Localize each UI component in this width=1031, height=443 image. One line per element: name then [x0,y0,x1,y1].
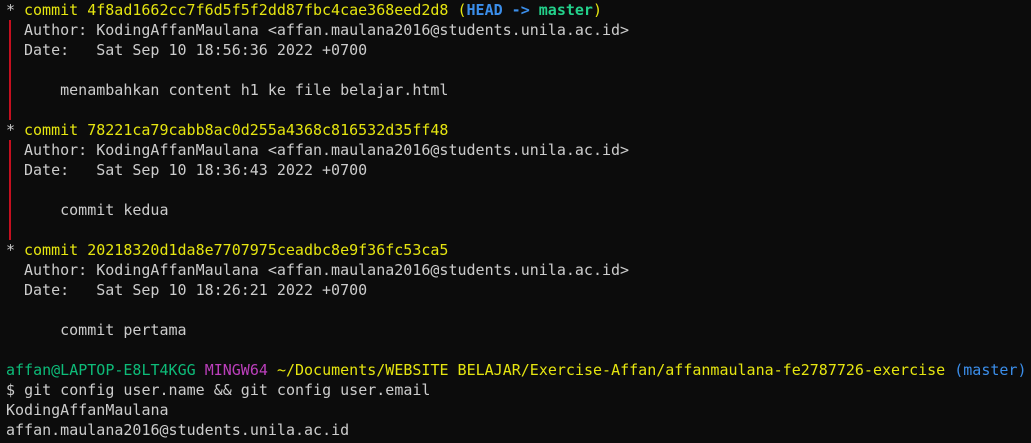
author-text: Author: KodingAffanMaulana <affan.maulan… [24,261,630,279]
ref-close-paren: ) [592,1,602,19]
blank-line [6,100,1031,120]
output-email: affan.maulana2016@students.unila.ac.id [6,421,350,439]
graph-gutter [6,180,24,200]
date-text: Date: Sat Sep 10 18:56:36 2022 +0700 [24,41,368,59]
commit-author-line: Author: KodingAffanMaulana <affan.maulan… [6,20,1031,40]
graph-edge [9,220,11,240]
commit-header-line: * commit 20218320d1da8e7707975ceadbc8e9f3… [6,240,1031,260]
graph-gutter [6,80,24,100]
ref-branch: master [538,1,593,19]
blank-line [6,180,1031,200]
graph-node-star: * [6,241,16,259]
graph-edge [9,40,11,60]
graph-gutter [6,280,24,300]
prompt-symbol: $ [6,381,16,399]
graph-gutter [6,140,24,160]
commit-keyword: commit [24,121,79,139]
graph-gutter [6,60,24,80]
graph-gutter [6,200,24,220]
commit-date-line: Date: Sat Sep 10 18:36:43 2022 +0700 [6,160,1031,180]
commit-message: commit pertama [24,321,187,339]
prompt-branch: (master) [954,361,1027,379]
output-line: affan.maulana2016@students.unila.ac.id [6,420,1031,440]
graph-edge [9,80,11,100]
prompt-path: ~/Documents/WEBSITE BELAJAR/Exercise-Aff… [276,361,946,379]
commit-message: commit kedua [24,201,169,219]
graph-gutter [6,100,24,120]
prompt-shell: MINGW64 [204,361,268,379]
prompt-user-host: affan@LAPTOP-E8LT4KGG [6,361,196,379]
graph-gutter [6,20,24,40]
graph-gutter [6,220,24,240]
shell-prompt-line: affan@LAPTOP-E8LT4KGG MINGW64 ~/Document… [6,360,1031,380]
blank-line [6,60,1031,80]
commit-date-line: Date: Sat Sep 10 18:26:21 2022 +0700 [6,280,1031,300]
graph-gutter [6,40,24,60]
commit-message: menambahkan content h1 ke file belajar.h… [24,81,449,99]
commit-hash: 78221ca79cabb8ac0d255a4368c816532d35ff48 [87,121,449,139]
commit-message-line: commit pertama [6,320,1031,340]
commit-hash: 4f8ad1662cc7f6d5f5f2dd87fbc4cae368eed2d8 [87,1,449,19]
graph-gutter: * [6,240,24,260]
ref-arrow: -> [511,1,530,19]
graph-edge [9,180,11,200]
graph-edge [9,160,11,180]
graph-gutter [6,260,24,280]
commit-message-line: commit kedua [6,200,1031,220]
graph-gutter [6,320,24,340]
commit-date-line: Date: Sat Sep 10 18:56:36 2022 +0700 [6,40,1031,60]
graph-edge [9,60,11,80]
commit-author-line: Author: KodingAffanMaulana <affan.maulan… [6,260,1031,280]
commit-hash: 20218320d1da8e7707975ceadbc8e9f36fc53ca5 [87,241,449,259]
ref-head: HEAD [466,1,503,19]
commit-header-line: * commit 4f8ad1662cc7f6d5f5f2dd87fbc4cae3… [6,0,1031,20]
commit-keyword: commit [24,241,79,259]
commit-header-line: * commit 78221ca79cabb8ac0d255a4368c81653… [6,120,1031,140]
commit-message-line: menambahkan content h1 ke file belajar.h… [6,80,1031,100]
author-text: Author: KodingAffanMaulana <affan.maulan… [24,141,630,159]
output-line: KodingAffanMaulana [6,400,1031,420]
commit-keyword: commit [24,1,79,19]
command-line[interactable]: $ git config user.name && git config use… [6,380,1031,400]
author-text: Author: KodingAffanMaulana <affan.maulan… [24,21,630,39]
graph-gutter: * [6,120,24,140]
output-username: KodingAffanMaulana [6,401,169,419]
terminal-window[interactable]: * commit 4f8ad1662cc7f6d5f5f2dd87fbc4cae3… [0,0,1031,443]
graph-node-star: * [6,1,16,19]
graph-gutter: * [6,0,24,20]
graph-edge [9,20,11,40]
graph-edge [9,100,11,120]
blank-line [6,220,1031,240]
graph-node-star: * [6,121,16,139]
graph-gutter [6,160,24,180]
command-text: git config user.name && git config user.… [24,381,431,399]
date-text: Date: Sat Sep 10 18:36:43 2022 +0700 [24,161,368,179]
graph-edge [9,200,11,220]
commit-author-line: Author: KodingAffanMaulana <affan.maulan… [6,140,1031,160]
graph-edge [9,140,11,160]
date-text: Date: Sat Sep 10 18:26:21 2022 +0700 [24,281,368,299]
ref-open-paren: ( [457,1,467,19]
